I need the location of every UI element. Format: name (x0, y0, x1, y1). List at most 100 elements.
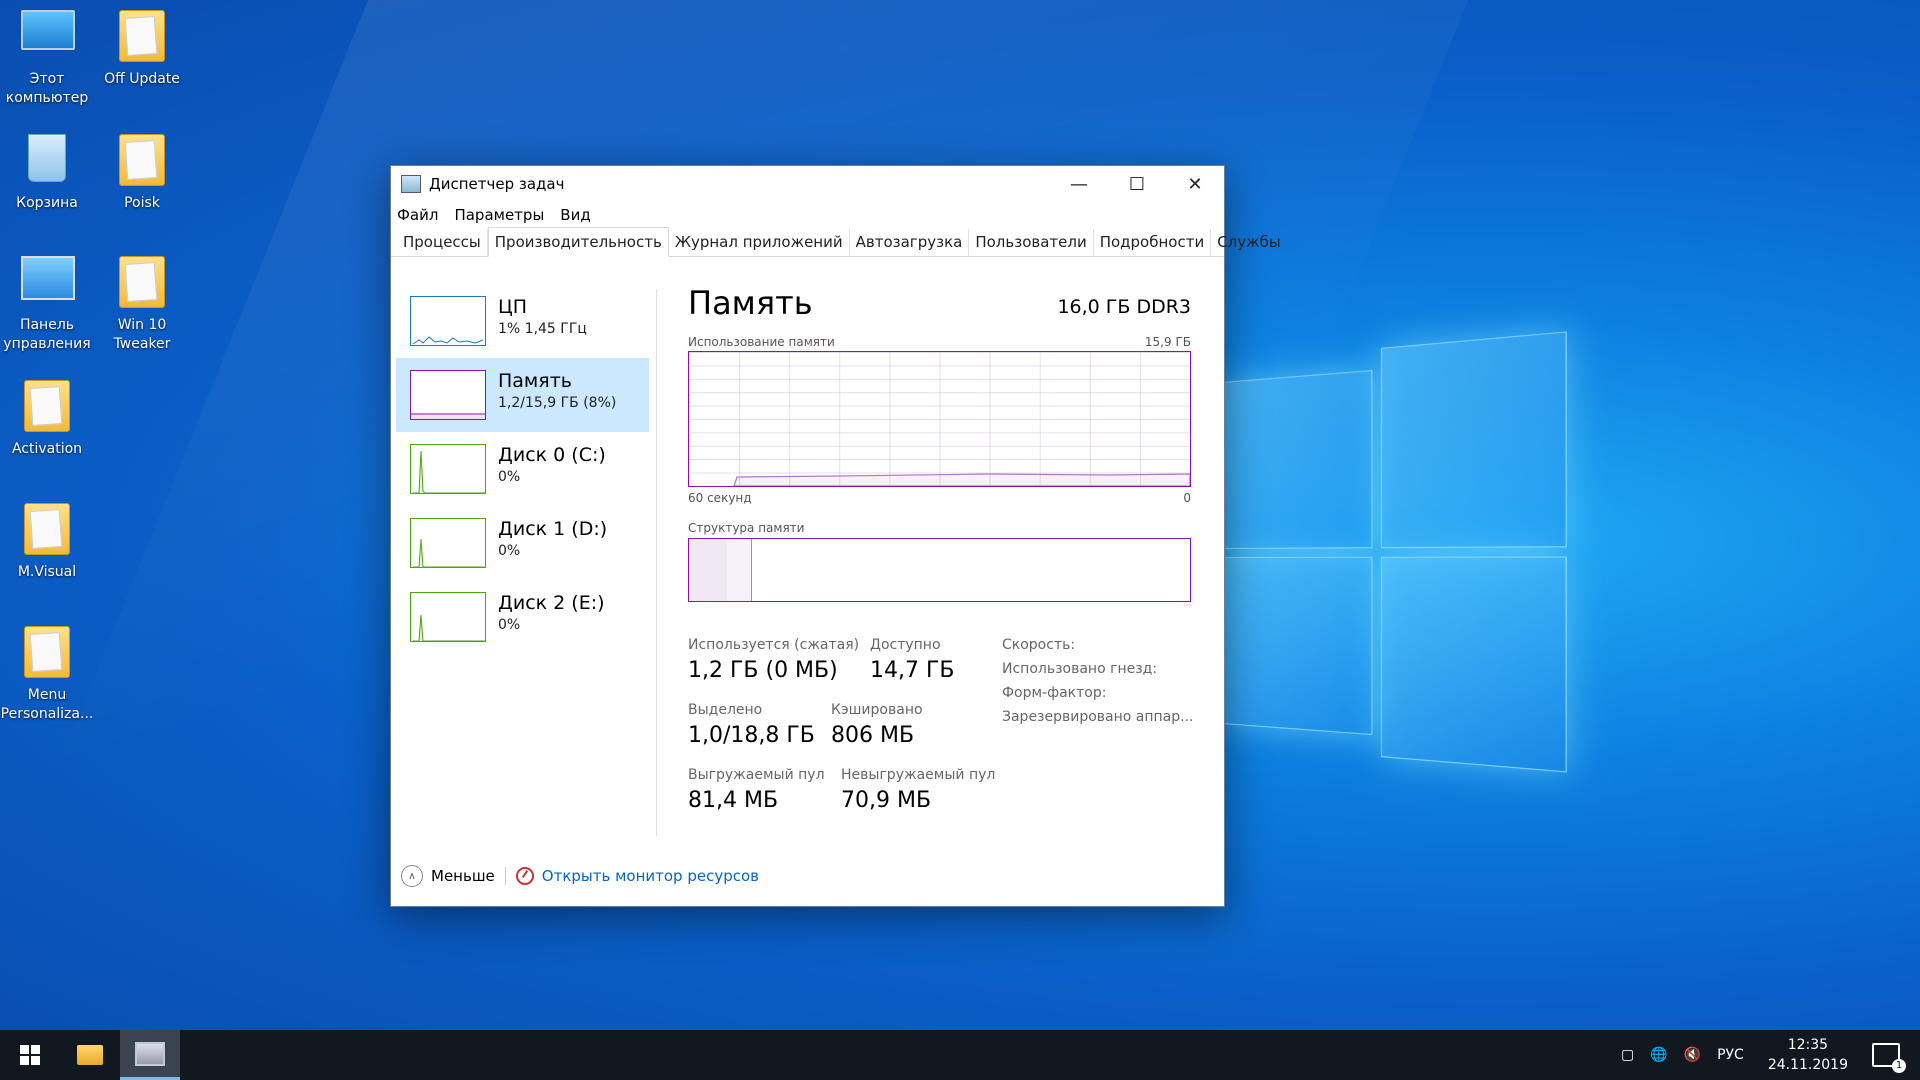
title-bar[interactable]: Диспетчер задач — ☐ ✕ (391, 166, 1224, 202)
in-use-value: 1,2 ГБ (0 МБ) (688, 658, 838, 683)
sidebar-item-disk2-label: Диск 2 (E:) (498, 592, 605, 614)
disk2-thumbnail-graph (410, 592, 486, 642)
menu-options[interactable]: Параметры (454, 206, 544, 224)
chevron-up-icon[interactable]: ∧ (401, 865, 423, 887)
cached-value: 806 МБ (831, 723, 914, 748)
file-explorer-icon (77, 1045, 103, 1065)
desktop-icon-off-update[interactable]: Off Update (95, 0, 189, 89)
paged-pool-label: Выгружаемый пул (688, 767, 825, 783)
tab-bar: Процессы Производительность Журнал прило… (391, 228, 1224, 257)
hardware-reserved-label: Зарезервировано аппар... (1002, 709, 1194, 725)
footer-divider (505, 867, 506, 885)
memory-structure-in-use (689, 539, 728, 601)
close-button[interactable]: ✕ (1166, 166, 1224, 202)
open-resource-monitor-link[interactable]: Открыть монитор ресурсов (542, 867, 759, 885)
desktop-icon-activation[interactable]: Activation (0, 370, 94, 459)
sidebar-item-memory-usage: 1,2/15,9 ГБ (8%) (498, 395, 616, 411)
tab-details[interactable]: Подробности (1094, 229, 1212, 256)
slots-used-label: Использовано гнезд: (1002, 661, 1157, 677)
taskbar: ▢ 🌐 🔇 РУС 12:35 24.11.2019 1 (0, 1030, 1920, 1080)
taskbar-file-explorer[interactable] (60, 1030, 120, 1080)
tab-app-history[interactable]: Журнал приложений (669, 229, 850, 256)
minimize-button[interactable]: — (1050, 166, 1108, 202)
nonpaged-pool-label: Невыгружаемый пул (841, 767, 995, 783)
paged-pool-value: 81,4 МБ (688, 788, 778, 813)
start-button[interactable] (0, 1030, 60, 1080)
nonpaged-pool-value: 70,9 МБ (841, 788, 931, 813)
desktop-icon-poisk[interactable]: Poisk (95, 124, 189, 213)
menu-bar: Файл Параметры Вид (391, 202, 1224, 228)
disk0-thumbnail-graph (410, 444, 486, 494)
desktop-icon-mvisual[interactable]: M.Visual (0, 493, 94, 582)
resource-sidebar: ЦП 1% 1,45 ГГц Память 1,2/15,9 ГБ (8%) Д… (396, 284, 649, 846)
sidebar-item-disk0-usage: 0% (498, 469, 520, 485)
sidebar-item-disk2-usage: 0% (498, 617, 520, 633)
clock-date: 24.11.2019 (1768, 1055, 1848, 1075)
menu-view[interactable]: Вид (560, 206, 590, 224)
desktop-icon-menu-personalization[interactable]: Menu Personaliza... (0, 616, 94, 724)
performance-content: ЦП 1% 1,45 ГГц Память 1,2/15,9 ГБ (8%) Д… (391, 284, 1224, 846)
sidebar-item-cpu-label: ЦП (498, 296, 527, 318)
tray-square-icon[interactable]: ▢ (1621, 1047, 1634, 1063)
sidebar-item-disk1-usage: 0% (498, 543, 520, 559)
control-panel-icon (21, 256, 75, 300)
sidebar-item-memory-label: Память (498, 370, 572, 392)
cpu-thumbnail-graph (410, 296, 486, 346)
tab-startup[interactable]: Автозагрузка (850, 229, 970, 256)
language-indicator[interactable]: РУС (1717, 1047, 1744, 1063)
sidebar-item-disk1-label: Диск 1 (D:) (498, 518, 607, 540)
window-title: Диспетчер задач (429, 175, 1050, 193)
folder-icon (119, 10, 165, 62)
desktop-icon-control-panel[interactable]: Панель управления (0, 246, 94, 354)
memory-thumbnail-graph (410, 370, 486, 420)
form-factor-label: Форм-фактор: (1002, 685, 1106, 701)
sidebar-item-disk2[interactable]: Диск 2 (E:) 0% (396, 580, 649, 654)
tab-processes[interactable]: Процессы (397, 229, 488, 256)
memory-spec: 16,0 ГБ DDR3 (1057, 296, 1191, 318)
committed-value: 1,0/18,8 ГБ (688, 723, 815, 748)
graph-time-axis-label: 60 секунд (688, 491, 752, 505)
taskbar-task-manager[interactable] (120, 1030, 180, 1080)
maximize-button[interactable]: ☐ (1108, 166, 1166, 202)
desktop-icon-win10-tweaker[interactable]: Win 10 Tweaker (95, 246, 189, 354)
memory-usage-graph (688, 351, 1191, 487)
network-globe-icon[interactable]: 🌐 (1650, 1047, 1667, 1063)
speed-label: Скорость: (1002, 637, 1075, 653)
volume-muted-icon[interactable]: 🔇 (1684, 1047, 1701, 1063)
computer-icon (21, 10, 75, 50)
memory-structure-label: Структура памяти (688, 521, 804, 535)
tab-services[interactable]: Службы (1211, 229, 1287, 256)
tab-users[interactable]: Пользователи (969, 229, 1093, 256)
memory-structure-bar (688, 538, 1191, 602)
desktop-icon-recycle-bin[interactable]: Корзина (0, 124, 94, 213)
fewer-details-button[interactable]: Меньше (431, 867, 495, 885)
tab-performance[interactable]: Производительность (488, 227, 669, 257)
sidebar-item-memory[interactable]: Память 1,2/15,9 ГБ (8%) (396, 358, 649, 432)
sidebar-item-cpu[interactable]: ЦП 1% 1,45 ГГц (396, 284, 649, 358)
folder-icon (24, 503, 70, 555)
folder-icon (119, 134, 165, 186)
task-manager-icon (401, 175, 421, 193)
task-manager-window: Диспетчер задач — ☐ ✕ Файл Параметры Вид… (390, 165, 1225, 907)
disk1-thumbnail-graph (410, 518, 486, 568)
folder-icon (24, 380, 70, 432)
sidebar-item-disk0[interactable]: Диск 0 (C:) 0% (396, 432, 649, 506)
available-value: 14,7 ГБ (870, 658, 955, 683)
windows-start-icon (20, 1045, 40, 1065)
available-label: Доступно (870, 637, 941, 653)
folder-icon (24, 626, 70, 678)
menu-file[interactable]: Файл (397, 206, 438, 224)
clock-time: 12:35 (1768, 1035, 1848, 1055)
sidebar-divider (656, 289, 657, 836)
notification-center-icon[interactable]: 1 (1872, 1043, 1900, 1067)
memory-title: Память (688, 284, 813, 322)
folder-icon (119, 256, 165, 308)
notification-count: 1 (1892, 1059, 1906, 1073)
sidebar-item-disk0-label: Диск 0 (C:) (498, 444, 606, 466)
memory-usage-max: 15,9 ГБ (1145, 335, 1191, 349)
taskbar-clock[interactable]: 12:35 24.11.2019 (1768, 1035, 1848, 1075)
resource-monitor-icon (516, 867, 534, 885)
sidebar-item-disk1[interactable]: Диск 1 (D:) 0% (396, 506, 649, 580)
desktop-icon-this-pc[interactable]: Этот компьютер (0, 0, 94, 108)
memory-structure-modified (727, 539, 752, 601)
